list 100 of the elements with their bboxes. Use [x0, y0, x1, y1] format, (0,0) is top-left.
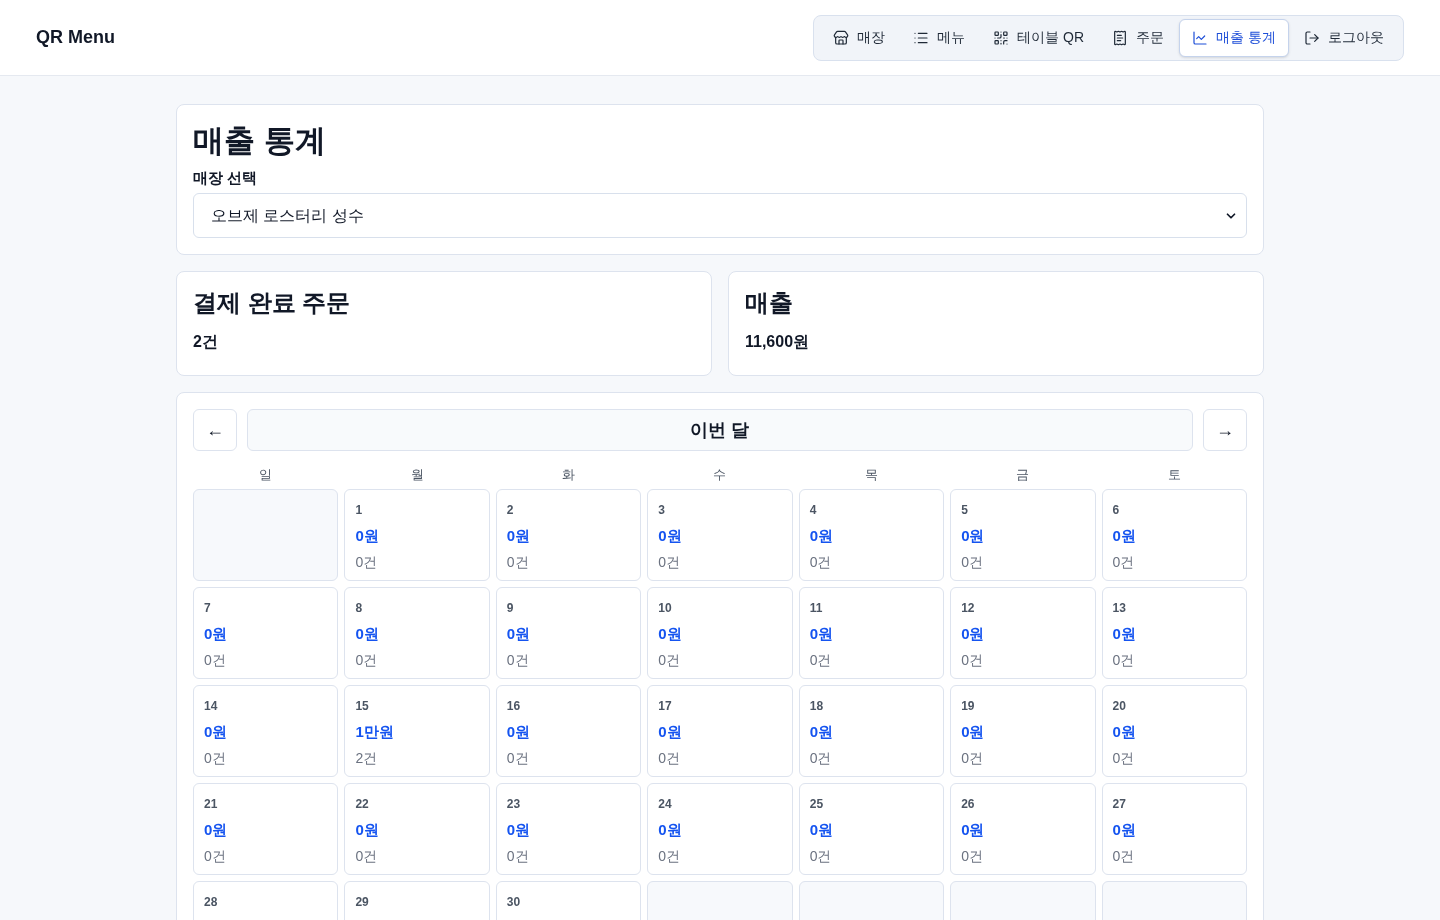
day-number: 9 — [506, 600, 515, 617]
calendar-day[interactable]: 11 0원 0건 — [798, 587, 945, 679]
calendar-day[interactable]: 29 — [344, 881, 490, 920]
nav-tab[interactable]: 로그아웃 — [1291, 18, 1397, 57]
calendar-day[interactable]: 16 0원 0건 — [495, 685, 642, 777]
day-sales-amount: 0원 — [658, 526, 683, 546]
day-number: 30 — [506, 894, 522, 911]
calendar-day[interactable]: 15 1만원 2건 — [344, 685, 490, 777]
day-sales-amount: 0원 — [1112, 624, 1137, 644]
day-number: 24 — [658, 796, 673, 813]
calendar-day[interactable]: 24 0원 0건 — [647, 783, 793, 875]
day-sales-amount: 0원 — [1112, 526, 1137, 546]
day-order-count: 0건 — [355, 847, 379, 866]
calendar-day[interactable]: 17 0원 0건 — [647, 685, 793, 777]
day-sales-amount: 0원 — [809, 820, 835, 840]
day-order-count: 0건 — [506, 651, 530, 670]
day-number: 29 — [355, 894, 370, 911]
nav-tab[interactable]: 매출 통계 — [1179, 18, 1289, 57]
day-sales-amount: 0원 — [506, 722, 532, 742]
nav-tab[interactable]: 테이블 QR — [980, 18, 1098, 57]
calendar-day[interactable]: 8 0원 0건 — [344, 587, 490, 679]
day-sales-amount: 0원 — [506, 526, 532, 546]
calendar-day[interactable]: 25 0원 0건 — [798, 783, 945, 875]
weekday-label: 월 — [410, 466, 424, 484]
calendar-day[interactable]: 13 0원 0건 — [1101, 587, 1247, 679]
calendar-day[interactable]: 10 0원 0건 — [647, 587, 793, 679]
calendar-day[interactable]: 12 0원 0건 — [950, 587, 1096, 679]
previous-month-button[interactable]: ← — [193, 409, 237, 451]
day-number: 22 — [355, 796, 370, 813]
day-order-count: 0건 — [961, 847, 984, 866]
day-number: 25 — [809, 796, 825, 813]
store-select-label: 매장 선택 — [193, 168, 259, 188]
day-order-count: 0건 — [1112, 847, 1136, 866]
day-order-count: 0건 — [355, 651, 379, 670]
day-order-count: 0건 — [506, 847, 530, 866]
day-number: 11 — [809, 600, 824, 617]
day-sales-amount: 0원 — [204, 722, 229, 742]
calendar-day[interactable]: 3 0원 0건 — [647, 489, 793, 581]
calendar-day[interactable]: 26 0원 0건 — [950, 783, 1096, 875]
calendar-day[interactable]: 20 0원 0건 — [1101, 685, 1247, 777]
calendar-day[interactable]: 4 0원 0건 — [798, 489, 945, 581]
calendar-day[interactable]: 22 0원 0건 — [344, 783, 490, 875]
day-number: 3 — [658, 502, 666, 519]
month-label: 이번 달 — [247, 409, 1193, 451]
day-sales-amount: 0원 — [506, 820, 532, 840]
day-sales-amount: 0원 — [506, 624, 532, 644]
qr-code-icon — [993, 29, 1010, 46]
calendar-day[interactable]: 18 0원 0건 — [798, 685, 945, 777]
calendar-day[interactable]: 6 0원 0건 — [1101, 489, 1247, 581]
day-order-count: 0건 — [809, 847, 833, 866]
nav-tab[interactable]: 매장 — [820, 18, 899, 57]
calendar-day[interactable]: 19 0원 0건 — [950, 685, 1096, 777]
calendar-day[interactable]: 27 0원 0건 — [1101, 783, 1247, 875]
receipt-icon — [1112, 29, 1129, 46]
calendar-day[interactable]: 23 0원 0건 — [495, 783, 642, 875]
day-number: 13 — [1112, 600, 1127, 617]
day-sales-amount: 0원 — [355, 820, 380, 840]
day-order-count: 0건 — [658, 847, 682, 866]
day-order-count: 0건 — [961, 651, 984, 670]
day-order-count: 0건 — [658, 553, 682, 572]
day-number: 28 — [204, 894, 219, 911]
day-sales-amount: 0원 — [658, 722, 683, 742]
calendar-day[interactable]: 30 — [495, 881, 642, 920]
day-sales-amount: 0원 — [961, 526, 986, 546]
app-logo[interactable]: QR Menu — [36, 24, 115, 51]
weekday-label: 목 — [864, 466, 878, 484]
weekday-label: 수 — [713, 466, 727, 484]
day-number: 5 — [961, 502, 969, 519]
day-order-count: 0건 — [961, 553, 984, 572]
day-order-count: 0건 — [204, 847, 227, 866]
day-number: 17 — [658, 698, 673, 715]
day-order-count: 0건 — [809, 553, 833, 572]
day-number: 18 — [809, 698, 825, 715]
summary-value: 2건 — [193, 332, 219, 352]
nav-tab[interactable]: 주문 — [1099, 18, 1178, 57]
store-select[interactable]: 오브제 로스터리 성수 — [193, 193, 1247, 238]
next-month-button[interactable]: → — [1203, 409, 1247, 451]
calendar-day[interactable]: 14 0원 0건 — [193, 685, 339, 777]
day-order-count: 0건 — [961, 749, 984, 768]
day-order-count: 0건 — [809, 651, 833, 670]
calendar-day[interactable]: 2 0원 0건 — [495, 489, 642, 581]
calendar-day[interactable]: 21 0원 0건 — [193, 783, 339, 875]
day-number: 10 — [658, 600, 673, 617]
day-sales-amount: 1만원 — [355, 722, 395, 742]
summary-title: 결제 완료 주문 — [193, 288, 352, 318]
calendar-day[interactable]: 5 0원 0건 — [950, 489, 1096, 581]
day-number: 19 — [961, 698, 976, 715]
day-number: 4 — [809, 502, 818, 519]
day-sales-amount: 0원 — [204, 624, 229, 644]
day-order-count: 2건 — [355, 749, 379, 768]
day-order-count: 0건 — [355, 553, 379, 572]
calendar-day[interactable]: 1 0원 0건 — [344, 489, 490, 581]
calendar-day[interactable]: 28 — [193, 881, 339, 920]
day-sales-amount: 0원 — [658, 624, 683, 644]
day-number: 12 — [961, 600, 976, 617]
calendar-day[interactable]: 9 0원 0건 — [495, 587, 642, 679]
nav-tab[interactable]: 메뉴 — [900, 18, 979, 57]
calendar-day[interactable]: 7 0원 0건 — [193, 587, 339, 679]
day-order-count: 0건 — [809, 749, 833, 768]
day-order-count: 0건 — [204, 651, 227, 670]
